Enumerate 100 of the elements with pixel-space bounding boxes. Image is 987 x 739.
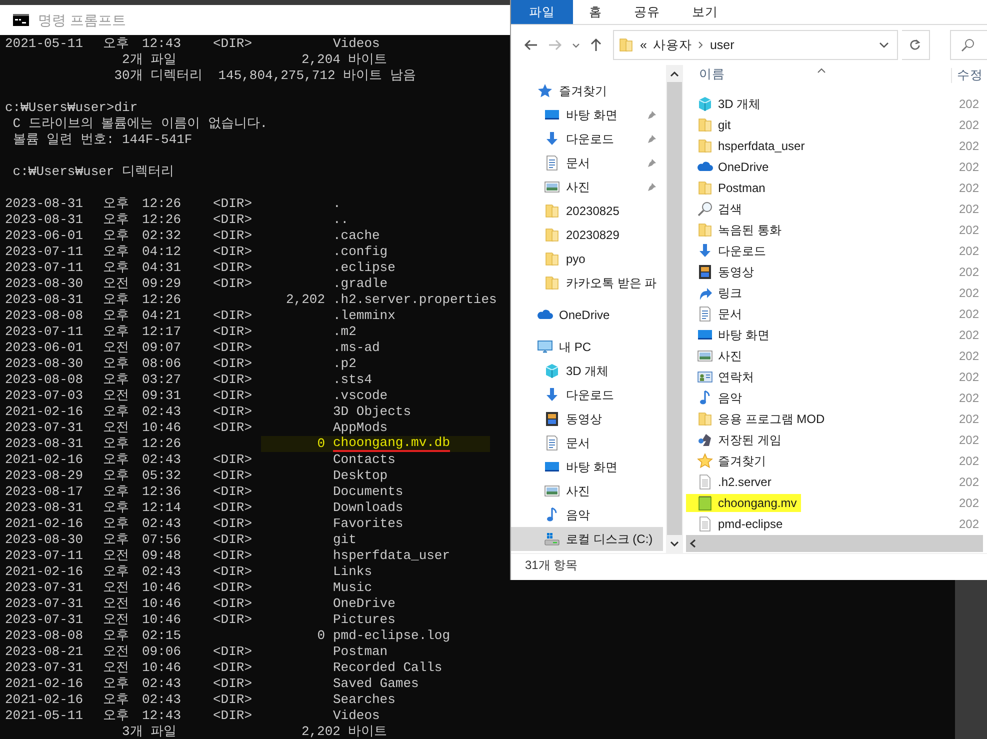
search-field[interactable] xyxy=(950,30,987,60)
file-item[interactable]: OneDrive xyxy=(686,158,773,176)
file-item[interactable]: 3D 개체 xyxy=(686,94,765,112)
nav-item[interactable]: 바탕 화면 xyxy=(511,455,663,479)
refresh-icon xyxy=(909,39,922,51)
file-item[interactable]: 바탕 화면 xyxy=(686,326,774,344)
pin-icon[interactable] xyxy=(647,182,657,192)
dir-marker: <DIR> xyxy=(213,548,254,564)
pin-icon[interactable] xyxy=(647,110,657,120)
nav-item[interactable]: 다운로드 xyxy=(511,127,663,151)
scroll-down-icon[interactable] xyxy=(670,540,679,546)
nav-item[interactable]: 로컬 디스크 (C:) xyxy=(511,527,663,551)
scroll-up-icon[interactable] xyxy=(670,70,679,76)
file-item[interactable]: 연락처 xyxy=(686,368,758,386)
pin-icon[interactable] xyxy=(647,134,657,144)
file-item[interactable]: .h2.server xyxy=(686,472,776,490)
period-cell-text: 오전 xyxy=(103,596,130,612)
dir-marker: <DIR> xyxy=(213,532,254,548)
date-cell-text: 202 xyxy=(959,306,980,322)
nav-item[interactable]: 3D 개체 xyxy=(511,359,663,383)
file-name: Contacts xyxy=(333,452,396,468)
period-cell-text: 오전 xyxy=(103,340,130,356)
column-header[interactable]: 이름 xyxy=(699,66,951,84)
nav-item[interactable]: 음악 xyxy=(511,503,663,527)
folder-icon xyxy=(544,275,560,291)
date-cell-text: 2021-02-16 xyxy=(5,452,84,468)
nav-item[interactable]: 문서 xyxy=(511,151,663,175)
ribbon-tab[interactable]: 홈 xyxy=(573,0,618,24)
chevron-icon xyxy=(698,41,704,49)
search-icon xyxy=(960,38,975,52)
nav-item[interactable]: 동영상 xyxy=(511,407,663,431)
ribbon-tab[interactable]: 파일 xyxy=(511,0,573,24)
period-cell-text: 오후 xyxy=(103,404,130,420)
period-cell-text: 오전 xyxy=(103,388,130,404)
scrollbar[interactable] xyxy=(666,65,683,553)
nav-item[interactable]: 사진 xyxy=(511,175,663,199)
file-name: Pictures xyxy=(333,612,396,628)
time-cell-text: 10:46 xyxy=(142,580,182,596)
game-piece-icon xyxy=(697,432,713,448)
file-item[interactable]: 저장된 게임 xyxy=(686,430,786,448)
file-item[interactable]: 동영상 xyxy=(686,262,758,280)
nav-item[interactable]: 다운로드 xyxy=(511,383,663,407)
nav-item[interactable]: 바탕 화면 xyxy=(511,103,663,127)
nav-item[interactable]: 20230829 xyxy=(511,223,663,247)
nav-item[interactable]: pyo xyxy=(511,247,663,271)
nav-item[interactable]: 사진 xyxy=(511,479,663,503)
date-cell-text: 202 xyxy=(959,158,980,176)
nav-item[interactable]: 즐겨찾기 xyxy=(511,79,663,103)
file-item[interactable]: Postman xyxy=(686,178,770,196)
file-name: Music xyxy=(333,580,372,596)
file-item[interactable]: 응용 프로그램 MOD xyxy=(686,410,829,428)
nav-item[interactable]: 내 PC xyxy=(511,335,663,359)
console-line: C 드라이브의 볼륨에는 이름이 없습니다. xyxy=(12,116,268,132)
period-cell-text: 오후 xyxy=(103,324,130,340)
address-bar[interactable]: « 사용자 user xyxy=(613,30,898,60)
period-cell-text: 오후 xyxy=(103,708,130,724)
file-item[interactable]: 링크 xyxy=(686,284,746,302)
file-item[interactable]: pmd-eclipse xyxy=(686,514,787,532)
file-item[interactable]: 사진 xyxy=(686,346,746,364)
file-icon xyxy=(697,474,713,490)
file-name: Desktop xyxy=(333,468,388,484)
breadcrumb[interactable]: 사용자 xyxy=(652,36,692,54)
file-item[interactable]: 음악 xyxy=(686,388,746,406)
date-cell-text: 202 xyxy=(959,474,980,490)
horizontal-scrollbar[interactable] xyxy=(686,535,983,552)
period-cell-text: 오후 xyxy=(103,468,130,484)
nav-item[interactable]: 문서 xyxy=(511,431,663,455)
file-item[interactable]: 녹음된 통화 xyxy=(686,220,786,238)
time-cell-text: 10:46 xyxy=(142,420,182,436)
date-cell-text: 2023-08-08 xyxy=(5,628,84,644)
file-item[interactable]: git xyxy=(686,116,735,134)
ribbon-tab[interactable]: 보기 xyxy=(676,0,734,24)
file-name: .gradle xyxy=(333,276,388,292)
dir-marker: <DIR> xyxy=(213,420,254,436)
nav-item[interactable]: OneDrive xyxy=(511,303,663,327)
pin-icon[interactable] xyxy=(647,158,657,168)
file-item[interactable]: choongang.mv xyxy=(686,494,801,512)
scroll-left-icon[interactable] xyxy=(689,539,697,548)
nav-item[interactable]: 카카오톡 받은 파 xyxy=(511,271,663,295)
time-cell-text: 09:29 xyxy=(142,276,182,292)
date-cell-text: 2023-06-01 xyxy=(5,340,84,356)
nav-item[interactable]: 20230825 xyxy=(511,199,663,223)
dropdown-icon[interactable] xyxy=(879,42,890,48)
file-item[interactable]: 문서 xyxy=(686,304,746,322)
breadcrumb[interactable]: user xyxy=(710,36,734,54)
dir-marker: <DIR> xyxy=(213,468,254,484)
dir-marker: <DIR> xyxy=(213,228,254,244)
drive-icon xyxy=(544,531,560,547)
ribbon-tab[interactable]: 공유 xyxy=(618,0,676,24)
file-item[interactable]: 즐겨찾기 xyxy=(686,452,770,470)
time-cell-text: 09:48 xyxy=(142,548,182,564)
refresh-button[interactable] xyxy=(902,30,930,60)
dir-marker: <DIR> xyxy=(213,340,254,356)
file-item[interactable]: 검색 xyxy=(686,200,746,218)
column-header[interactable]: 수정 xyxy=(951,68,983,82)
date-cell-text: 2023-07-31 xyxy=(5,660,84,676)
file-item[interactable]: 다운로드 xyxy=(686,242,770,260)
file-item[interactable]: hsperfdata_user xyxy=(686,136,809,154)
dir-marker: <DIR> xyxy=(213,276,254,292)
date-cell-text: 2023-07-11 xyxy=(5,324,84,340)
